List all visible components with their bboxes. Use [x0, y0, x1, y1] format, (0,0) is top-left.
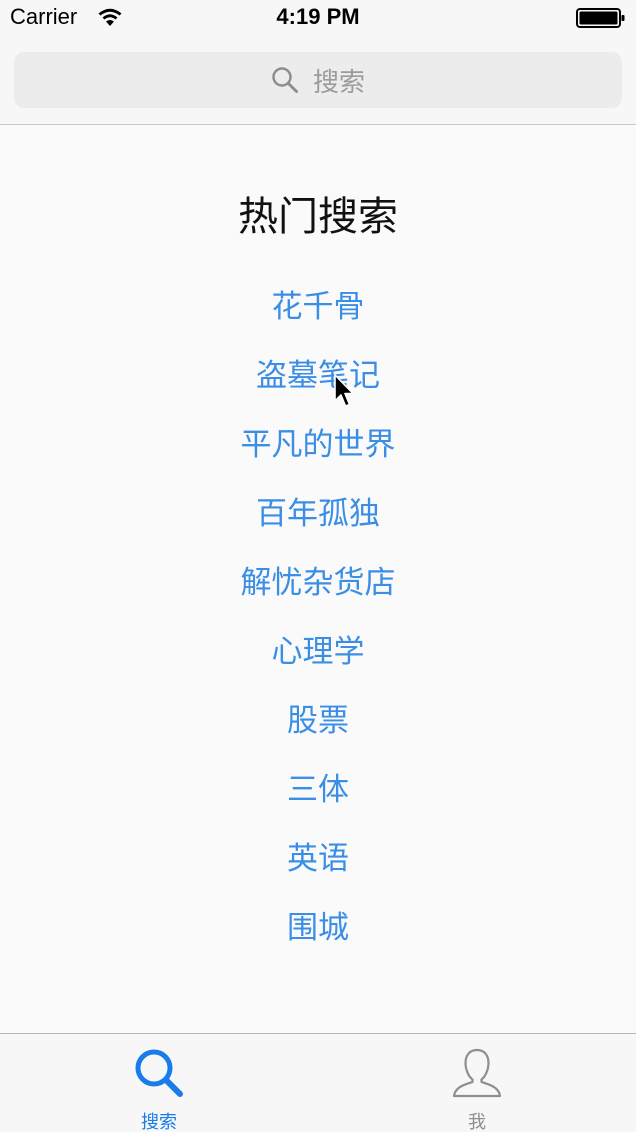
battery-icon: [576, 8, 625, 28]
tab-search-label: 搜索: [141, 1112, 177, 1132]
hot-search-item[interactable]: 解忧杂货店: [0, 556, 636, 625]
hot-search-item[interactable]: 盗墓笔记: [0, 349, 636, 418]
status-time: 4:19 PM: [276, 4, 360, 29]
mouse-cursor-icon: [334, 374, 354, 407]
tab-bar: 搜索 我: [0, 1033, 636, 1132]
tab-search[interactable]: 搜索: [0, 1034, 318, 1132]
hot-search-title: 热门搜索: [238, 194, 398, 240]
tab-me-label: 我: [468, 1112, 486, 1132]
search-icon: [135, 1049, 183, 1097]
search-bar: 搜索: [0, 36, 636, 125]
hot-search-item[interactable]: 围城: [0, 901, 636, 970]
hot-search-item[interactable]: 花千骨: [0, 280, 636, 349]
status-bar: Carrier 4:19 PM: [0, 0, 636, 36]
search-input[interactable]: 搜索: [14, 52, 622, 108]
hot-search-item[interactable]: 英语: [0, 832, 636, 901]
hot-search-item[interactable]: 平凡的世界: [0, 418, 636, 487]
hot-search-item[interactable]: 百年孤独: [0, 487, 636, 556]
hot-search-item[interactable]: 股票: [0, 694, 636, 763]
person-icon: [452, 1048, 502, 1098]
search-placeholder: 搜索: [312, 67, 365, 98]
search-icon: [272, 67, 298, 93]
app-screen: Carrier 4:19 PM 搜索 热门搜索 花千骨 盗墓笔记 平凡的世界 百…: [0, 0, 636, 1132]
tab-me[interactable]: 我: [318, 1034, 636, 1132]
hot-search-item[interactable]: 三体: [0, 763, 636, 832]
hot-search-item[interactable]: 心理学: [0, 625, 636, 694]
hot-search-list: 花千骨 盗墓笔记 平凡的世界 百年孤独 解忧杂货店 心理学 股票 三体 英语 围…: [0, 280, 636, 970]
